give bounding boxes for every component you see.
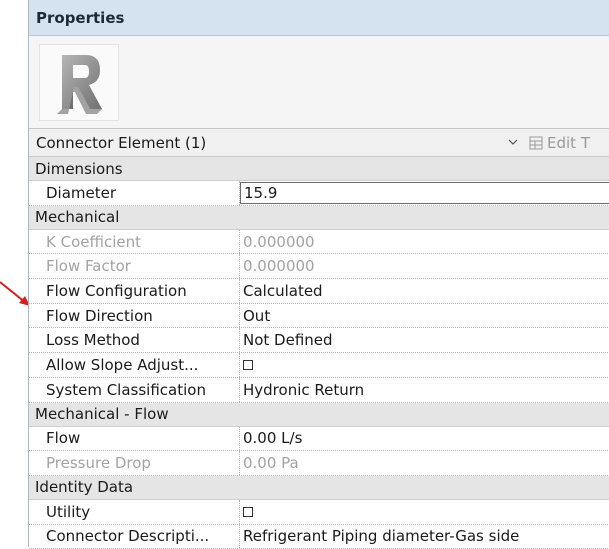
flow-value[interactable]: 0.00 L/s: [240, 427, 609, 451]
group-header-identity-data[interactable]: Identity Data: [29, 475, 609, 500]
edit-type-label: Edit T: [547, 133, 590, 152]
group-label: Identity Data: [35, 478, 134, 497]
property-row-loss-method[interactable]: Loss Method Not Defined: [29, 328, 609, 354]
flow-configuration-value[interactable]: Calculated: [240, 279, 609, 303]
property-name: Flow Direction: [29, 303, 240, 328]
property-row-flow-factor: Flow Factor 0.000000: [29, 254, 609, 280]
property-name: K Coefficient: [29, 229, 240, 254]
property-row-flow-direction[interactable]: Flow Direction Out: [29, 303, 609, 329]
connector-description-value[interactable]: Refrigerant Piping diameter-Gas side: [240, 525, 609, 549]
group-header-mechanical-flow[interactable]: Mechanical - Flow: [29, 402, 609, 427]
type-selector-value: Connector Element (1): [36, 133, 207, 152]
properties-grid: Dimensions Diameter 15.9 Mechanical K Co…: [29, 157, 609, 549]
panel-title-bar: Properties: [29, 0, 609, 36]
property-row-utility[interactable]: Utility: [29, 499, 609, 525]
property-row-pressure-drop: Pressure Drop 0.00 Pa: [29, 451, 609, 476]
utility-checkbox[interactable]: [243, 506, 253, 517]
property-row-k-coefficient: K Coefficient 0.000000: [29, 229, 609, 255]
property-row-diameter[interactable]: Diameter 15.9: [29, 181, 609, 206]
property-row-flow[interactable]: Flow 0.00 L/s: [29, 426, 609, 452]
property-name: Flow: [29, 426, 240, 451]
property-name: Loss Method: [29, 328, 240, 353]
edit-type-icon: [529, 136, 543, 149]
property-row-system-classification[interactable]: System Classification Hydronic Return: [29, 377, 609, 403]
property-value: [240, 500, 609, 524]
property-name: Connector Descripti...: [29, 524, 240, 549]
group-header-dimensions[interactable]: Dimensions: [29, 157, 609, 181]
type-preview-area: [29, 36, 609, 128]
panel-title: Properties: [36, 8, 125, 27]
properties-panel: Properties Connector Element (1) Edit T …: [28, 0, 609, 549]
group-label: Mechanical: [35, 208, 120, 227]
group-header-mechanical[interactable]: Mechanical: [29, 205, 609, 230]
property-value: 0.000000: [243, 232, 315, 251]
property-value: 0.000000: [243, 257, 315, 276]
flow-direction-value[interactable]: Out: [240, 304, 609, 328]
property-name: Flow Factor: [29, 254, 240, 279]
property-name: Utility: [29, 499, 240, 524]
property-row-allow-slope-adjust[interactable]: Allow Slope Adjust...: [29, 353, 609, 378]
type-selector-dropdown[interactable]: Connector Element (1): [31, 131, 525, 154]
revit-r-logo: [57, 55, 102, 114]
property-row-connector-description[interactable]: Connector Descripti... Refrigerant Pipin…: [29, 524, 609, 549]
group-label: Dimensions: [35, 159, 123, 178]
type-selector[interactable]: Connector Element (1) Edit T: [29, 128, 609, 157]
property-name: Flow Configuration: [29, 279, 240, 303]
property-row-flow-configuration[interactable]: Flow Configuration Calculated: [29, 279, 609, 304]
property-name: Pressure Drop: [29, 451, 240, 475]
property-value: 0.00 Pa: [243, 454, 299, 473]
allow-slope-adjust-checkbox[interactable]: [243, 359, 253, 370]
loss-method-value[interactable]: Not Defined: [240, 328, 609, 352]
edit-type-button[interactable]: Edit T: [529, 129, 590, 156]
property-name: System Classification: [29, 377, 240, 402]
diameter-input[interactable]: 15.9: [240, 182, 609, 204]
type-thumbnail: [39, 44, 119, 121]
group-label: Mechanical - Flow: [35, 405, 169, 423]
chevron-down-icon[interactable]: [508, 138, 518, 146]
system-classification-value[interactable]: Hydronic Return: [240, 378, 609, 402]
property-value: [240, 353, 609, 377]
property-name: Diameter: [29, 181, 240, 205]
property-name: Allow Slope Adjust...: [29, 353, 240, 377]
